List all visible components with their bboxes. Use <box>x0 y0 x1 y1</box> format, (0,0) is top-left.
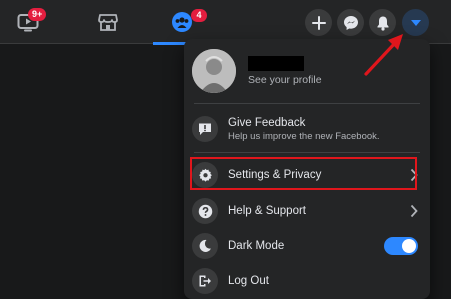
annotation-arrow <box>364 34 403 76</box>
log-out-item[interactable]: Log Out <box>192 267 422 295</box>
marketplace-icon <box>98 12 118 32</box>
settings-privacy-label: Settings & Privacy <box>228 169 322 181</box>
bell-icon <box>376 15 390 31</box>
chevron-right-icon <box>410 204 418 218</box>
log-out-label: Log Out <box>228 275 269 287</box>
menu-divider <box>194 103 420 104</box>
question-icon <box>192 198 218 224</box>
give-feedback-label: Give Feedback <box>228 116 306 129</box>
feedback-icon <box>192 116 218 142</box>
moon-icon <box>192 233 218 259</box>
menu-divider <box>194 152 420 153</box>
groups-icon <box>171 11 193 33</box>
groups-badge: 4 <box>191 9 207 22</box>
tab-marketplace[interactable] <box>80 0 136 44</box>
gear-icon <box>192 162 218 188</box>
toggle-knob <box>402 239 416 253</box>
dark-mode-toggle[interactable] <box>384 237 418 255</box>
see-profile-link: See your profile <box>248 74 322 86</box>
settings-privacy-item[interactable]: Settings & Privacy <box>192 161 422 189</box>
tab-watch[interactable]: 9+ <box>0 0 56 44</box>
caret-down-icon <box>410 19 422 27</box>
help-support-label: Help & Support <box>228 205 306 217</box>
give-feedback-item[interactable]: Give Feedback Help us improve the new Fa… <box>192 113 422 145</box>
dark-mode-label: Dark Mode <box>228 240 285 252</box>
tab-groups[interactable]: 4 <box>153 0 211 45</box>
dark-mode-item: Dark Mode <box>192 232 422 260</box>
watch-badge: 9+ <box>28 8 47 21</box>
help-support-item[interactable]: Help & Support <box>192 197 422 225</box>
messenger-icon <box>343 15 359 31</box>
redacted-profile-name <box>248 56 304 71</box>
chevron-right-icon <box>410 168 418 182</box>
plus-icon <box>311 15 326 30</box>
give-feedback-subtitle: Help us improve the new Facebook. <box>228 130 380 142</box>
create-button[interactable] <box>305 9 332 36</box>
logout-icon <box>192 268 218 294</box>
avatar <box>192 49 236 93</box>
